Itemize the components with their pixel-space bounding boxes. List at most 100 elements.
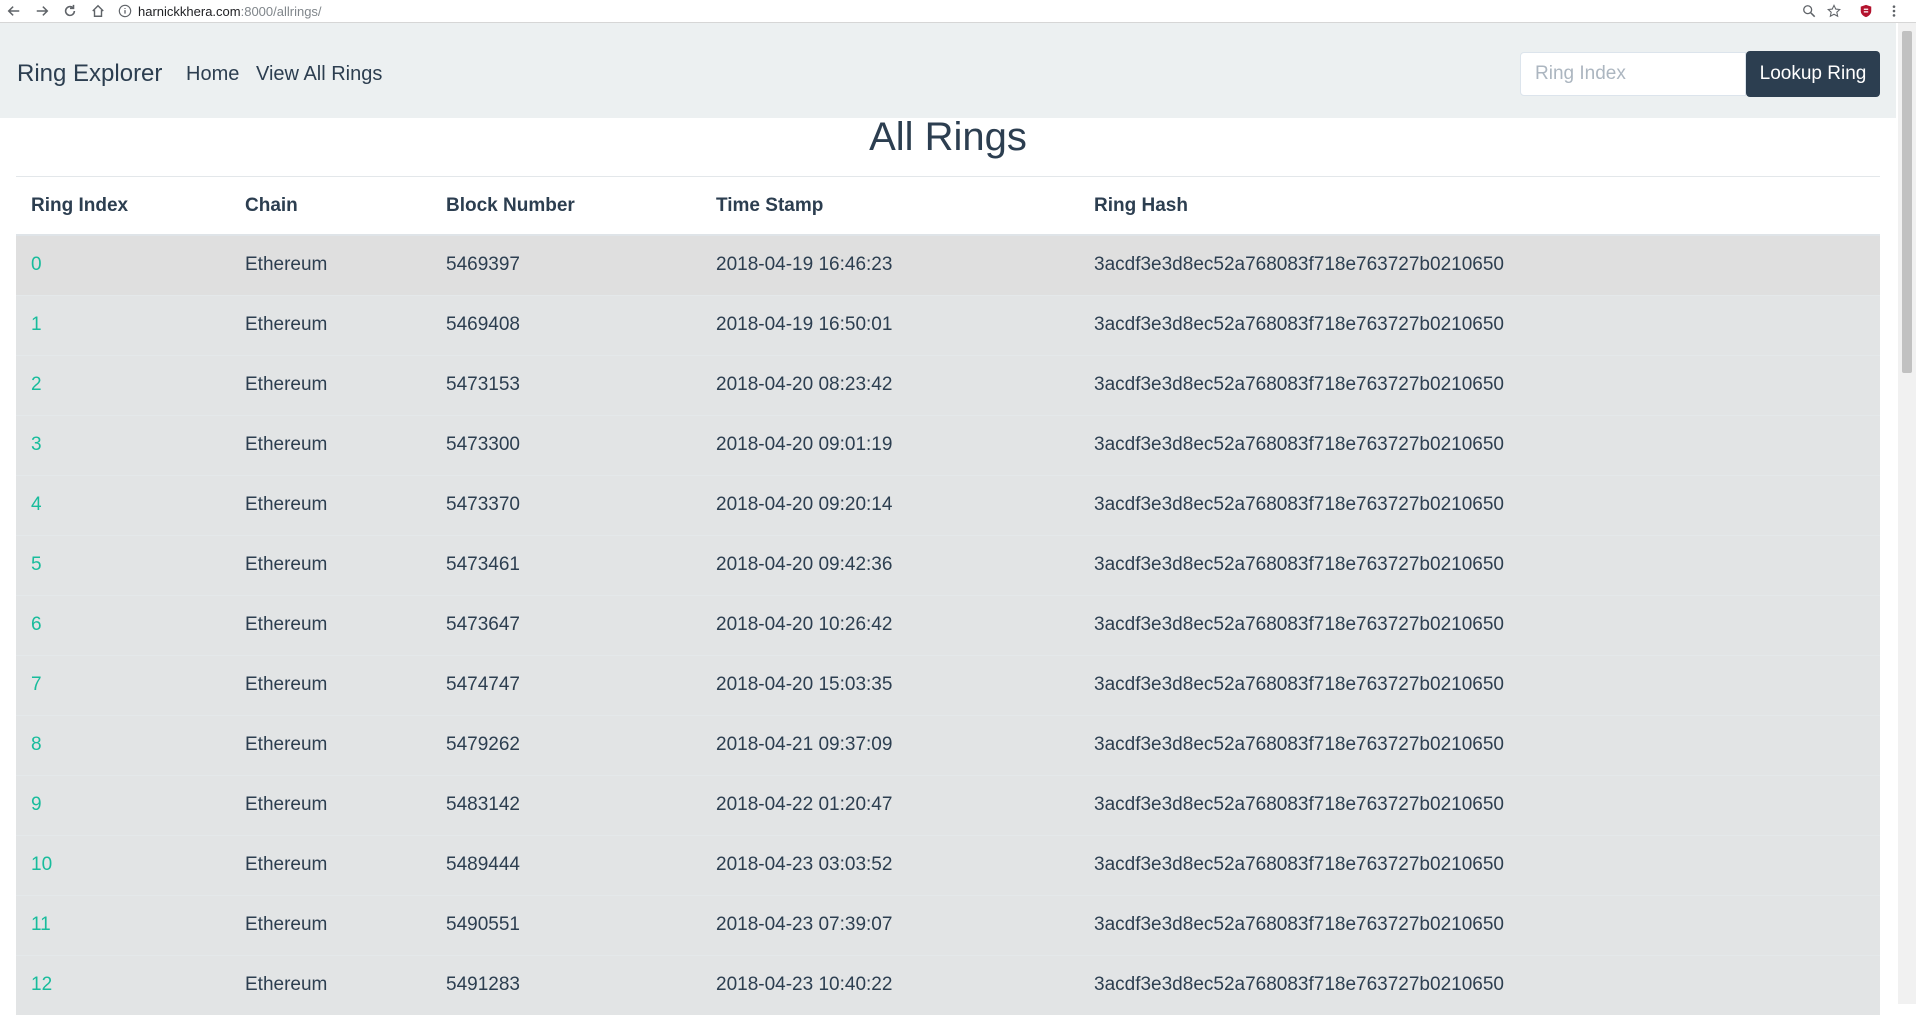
cell-ring-index: 4 [16,474,230,535]
cell-chain: Ethereum [230,414,431,475]
cell-time-stamp: 2018-04-20 08:23:42 [701,354,1079,415]
cell-time-stamp: 2018-04-20 09:42:36 [701,534,1079,595]
ring-index-link[interactable]: 7 [31,674,42,695]
cell-time-stamp: 2018-04-19 16:50:01 [701,294,1079,355]
ring-index-link[interactable]: 3 [31,434,42,455]
info-icon[interactable] [118,4,132,18]
cell-block-number: 5469397 [431,234,701,295]
address-bar[interactable]: harnickkhera.com:8000/allrings/ [118,2,322,20]
table-row: 3 Ethereum 5473300 2018-04-20 09:01:19 3… [16,414,1880,475]
table-row: 12 Ethereum 5491283 2018-04-23 10:40:22 … [16,954,1880,1015]
cell-ring-hash: 3acdf3e3d8ec52a768083f718e763727b0210650 [1079,714,1880,775]
cell-chain: Ethereum [230,294,431,355]
cell-block-number: 5489444 [431,834,701,895]
cell-block-number: 5473153 [431,354,701,415]
table-row: 9 Ethereum 5483142 2018-04-22 01:20:47 3… [16,774,1880,835]
ring-index-link[interactable]: 11 [31,914,51,935]
cell-ring-index: 5 [16,534,230,595]
cell-block-number: 5490551 [431,894,701,955]
cell-ring-hash: 3acdf3e3d8ec52a768083f718e763727b0210650 [1079,474,1880,535]
cell-chain: Ethereum [230,774,431,835]
column-header-ring-index: Ring Index [16,177,230,236]
table-body: 0 Ethereum 5469397 2018-04-19 16:46:23 3… [16,234,1880,1015]
cell-time-stamp: 2018-04-20 09:20:14 [701,474,1079,535]
cell-block-number: 5473300 [431,414,701,475]
cell-block-number: 5469408 [431,294,701,355]
column-header-time-stamp: Time Stamp [701,177,1079,236]
cell-time-stamp: 2018-04-23 03:03:52 [701,834,1079,895]
star-icon[interactable] [1825,2,1843,20]
brand-logo[interactable]: Ring Explorer [17,60,162,88]
cell-ring-hash: 3acdf3e3d8ec52a768083f718e763727b0210650 [1079,774,1880,835]
cell-chain: Ethereum [230,894,431,955]
ring-index-input[interactable] [1520,52,1746,96]
cell-chain: Ethereum [230,714,431,775]
cell-ring-hash: 3acdf3e3d8ec52a768083f718e763727b0210650 [1079,414,1880,475]
extension-icon[interactable] [1857,2,1875,20]
cell-chain: Ethereum [230,594,431,655]
ring-index-link[interactable]: 5 [31,554,42,575]
cell-ring-index: 12 [16,954,230,1015]
cell-ring-hash: 3acdf3e3d8ec52a768083f718e763727b0210650 [1079,294,1880,355]
table-row: 11 Ethereum 5490551 2018-04-23 07:39:07 … [16,894,1880,955]
menu-icon[interactable] [1888,2,1900,20]
column-header-ring-hash: Ring Hash [1079,177,1880,236]
table-header-row: Ring Index Chain Block Number Time Stamp… [16,177,1880,236]
table-row: 1 Ethereum 5469408 2018-04-19 16:50:01 3… [16,294,1880,355]
cell-ring-hash: 3acdf3e3d8ec52a768083f718e763727b0210650 [1079,234,1880,295]
cell-ring-index: 3 [16,414,230,475]
url-path: :8000/allrings/ [240,3,322,19]
table-row: 10 Ethereum 5489444 2018-04-23 03:03:52 … [16,834,1880,895]
cell-block-number: 5473647 [431,594,701,655]
cell-ring-hash: 3acdf3e3d8ec52a768083f718e763727b0210650 [1079,594,1880,655]
column-header-chain: Chain [230,177,431,236]
cell-time-stamp: 2018-04-20 10:26:42 [701,594,1079,655]
browser-toolbar: harnickkhera.com:8000/allrings/ [0,0,1916,23]
rings-table: Ring Index Chain Block Number Time Stamp… [16,177,1880,1015]
scrollbar-thumb[interactable] [1902,31,1912,373]
table-row: 4 Ethereum 5473370 2018-04-20 09:20:14 3… [16,474,1880,535]
page-scrollbar[interactable] [1898,23,1916,1004]
nav-link-home[interactable]: Home [186,63,239,86]
cell-time-stamp: 2018-04-22 01:20:47 [701,774,1079,835]
ring-index-link[interactable]: 8 [31,734,42,755]
table-row: 6 Ethereum 5473647 2018-04-20 10:26:42 3… [16,594,1880,655]
column-header-block-number: Block Number [431,177,701,236]
forward-icon[interactable] [32,2,52,20]
cell-ring-index: 11 [16,894,230,955]
ring-index-link[interactable]: 4 [31,494,42,515]
ring-index-link[interactable]: 9 [31,794,42,815]
cell-chain: Ethereum [230,534,431,595]
page-title: All Rings [869,115,1027,159]
nav-link-view-all-rings[interactable]: View All Rings [256,63,382,86]
cell-ring-index: 0 [16,234,230,295]
cell-time-stamp: 2018-04-23 07:39:07 [701,894,1079,955]
table-row: 7 Ethereum 5474747 2018-04-20 15:03:35 3… [16,654,1880,715]
back-icon[interactable] [4,2,24,20]
cell-block-number: 5474747 [431,654,701,715]
url-host: harnickkhera.com [138,3,241,19]
cell-ring-hash: 3acdf3e3d8ec52a768083f718e763727b0210650 [1079,354,1880,415]
zoom-icon[interactable] [1800,2,1818,20]
table-row: 8 Ethereum 5479262 2018-04-21 09:37:09 3… [16,714,1880,775]
ring-index-link[interactable]: 2 [31,374,42,395]
home-icon[interactable] [88,2,108,20]
cell-block-number: 5473370 [431,474,701,535]
cell-ring-index: 10 [16,834,230,895]
cell-chain: Ethereum [230,834,431,895]
ring-index-link[interactable]: 12 [31,974,52,995]
reload-icon[interactable] [60,2,80,20]
ring-index-link[interactable]: 1 [31,314,42,335]
cell-chain: Ethereum [230,954,431,1015]
ring-index-link[interactable]: 10 [31,854,52,875]
ring-index-link[interactable]: 0 [31,254,42,275]
cell-time-stamp: 2018-04-20 15:03:35 [701,654,1079,715]
site-navbar: Ring Explorer Home View All Rings Lookup… [0,23,1896,118]
cell-block-number: 5483142 [431,774,701,835]
cell-chain: Ethereum [230,234,431,295]
cell-ring-index: 6 [16,594,230,655]
cell-ring-index: 8 [16,714,230,775]
cell-ring-hash: 3acdf3e3d8ec52a768083f718e763727b0210650 [1079,954,1880,1015]
ring-index-link[interactable]: 6 [31,614,42,635]
lookup-ring-button[interactable]: Lookup Ring [1746,51,1880,97]
